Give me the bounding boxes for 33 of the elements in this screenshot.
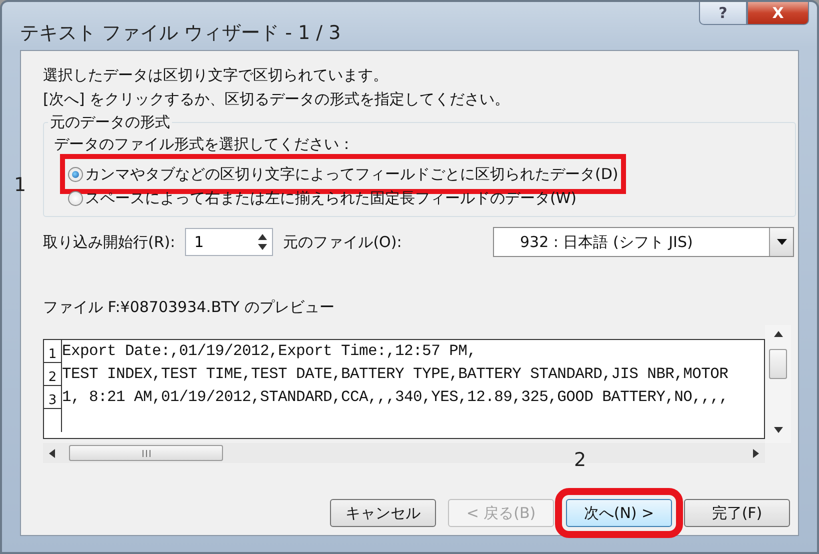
scroll-up-icon[interactable] bbox=[774, 331, 782, 337]
line-number: 1 bbox=[44, 340, 62, 363]
dropdown-icon[interactable] bbox=[776, 239, 786, 245]
line-number: 3 bbox=[44, 386, 62, 409]
preview-line: Export Date:,01/19/2012,Export Time:,12:57 PM, bbox=[62, 341, 476, 362]
radio-button[interactable] bbox=[68, 166, 83, 182]
group-prompt: データのファイル形式を選択してください： bbox=[54, 134, 355, 155]
window-title: テキスト ファイル ウィザード - 1 / 3 bbox=[20, 21, 341, 46]
preview-title: ファイル F:¥08703934.BTY のプレビュー bbox=[43, 297, 336, 318]
group-title: 元のデータの形式 bbox=[49, 113, 171, 132]
option-label[interactable]: カンマやタブなどの区切り文字によってフィールドごとに区切られたデータ(D) bbox=[85, 164, 618, 184]
close-button[interactable]: X bbox=[747, 2, 809, 25]
grip-icon bbox=[142, 450, 150, 456]
dialog-button[interactable]: 完了(F) bbox=[684, 499, 790, 527]
scroll-left-icon[interactable] bbox=[49, 448, 55, 458]
vertical-scrollbar[interactable] bbox=[765, 325, 791, 443]
scroll-thumb[interactable] bbox=[769, 349, 787, 379]
scroll-down-icon[interactable] bbox=[774, 427, 782, 433]
dialog-button[interactable]: キャンセル bbox=[330, 499, 436, 527]
origin-label: 元のファイル(O): bbox=[283, 232, 402, 252]
instruction-text: [次へ] をクリックするか、区切るデータの形式を指定してください。 bbox=[43, 89, 510, 110]
line-number: 2 bbox=[44, 363, 62, 386]
scroll-thumb[interactable] bbox=[69, 445, 223, 461]
preview-line: TEST INDEX,TEST TIME,TEST DATE,BATTERY TYPE,BATTERY STANDARD,JIS NBR,MOTOR bbox=[62, 364, 728, 385]
option-label[interactable]: スペースによって右または左に揃えられた固定長フィールドのデータ(W) bbox=[85, 188, 577, 208]
help-button[interactable]: ? bbox=[699, 2, 747, 25]
start-row-label: 取り込み開始行(R): bbox=[43, 232, 176, 252]
preview-line: 1, 8:21 AM,01/19/2012,STANDARD,CCA,,,340,YES,12.89,325,GOOD BATTERY,NO,,,, bbox=[62, 387, 728, 408]
annotation-number: 1 bbox=[14, 174, 26, 196]
encoding-dropdown[interactable]: 932 : 日本語 (シフト JIS) bbox=[493, 227, 794, 257]
annotation-number: 2 bbox=[574, 449, 586, 471]
instruction-text: 選択したデータは区切り文字で区切られています。 bbox=[43, 65, 389, 86]
scroll-right-icon[interactable] bbox=[753, 448, 759, 458]
